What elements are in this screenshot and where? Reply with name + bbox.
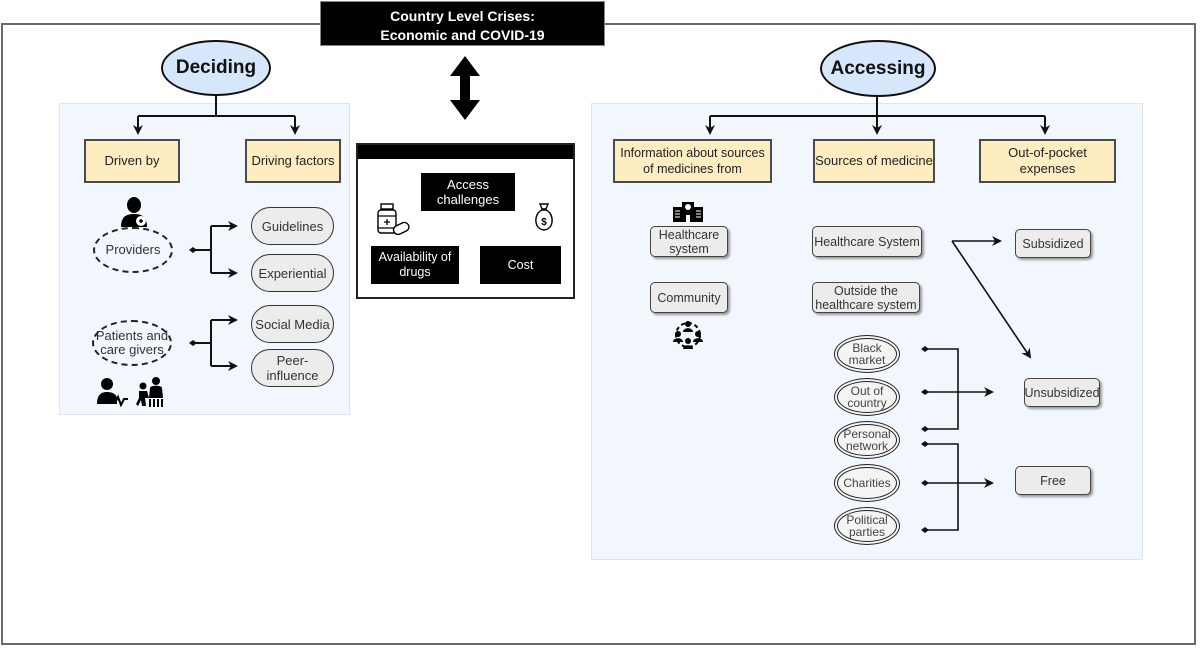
community-icon [673,321,703,349]
channel-out-of-country: Out of country [834,378,900,416]
factor-label: Guidelines [261,218,324,234]
factor-label: Social Media [255,316,330,332]
factor-social-media: Social Media [251,305,334,343]
access-challenges-header-bar [358,145,573,159]
providers-node: Providers [93,227,173,273]
channel-label: Black market [848,341,886,367]
availability-of-drugs-node: Availability of drugs [371,246,459,284]
cost-label: Cost [507,257,534,272]
caregiver-icon [136,377,163,407]
accessing-node: Accessing [820,40,936,97]
accessing-title: Accessing [830,57,926,79]
factor-label: Peer-influence [266,353,319,383]
driving-factors-box: Driving factors [245,139,341,183]
medicine-source-healthcare-system: Healthcare System [812,226,922,257]
info-source-community: Community [650,282,728,313]
medicine-bottle-icon [377,203,410,235]
crisis-title-line1: Country Level Crises: [390,8,535,24]
channel-personal-network: Personal network [834,421,900,459]
channel-charities: Charities [834,464,900,502]
factor-guidelines: Guidelines [251,207,334,245]
factor-label: Experiential [258,265,327,281]
patient-icon [97,378,128,407]
channel-black-market: Black market [834,335,900,373]
out-of-pocket-label: Out-of-pocket expenses [1008,145,1087,176]
medicine-source-outside: Outside the healthcare system [812,282,920,313]
factor-experiential: Experiential [251,254,334,292]
channel-political-parties: Political parties [834,507,900,545]
access-challenges-node: Access challenges [421,173,515,211]
channel-label: Personal network [843,427,891,453]
medicine-source-label: Outside the healthcare system [815,283,917,312]
driven-by-label: Driven by [104,153,160,168]
info-source-label: Community [657,290,721,305]
info-source-healthcare-system: Healthcare system [650,226,728,257]
patients-caregivers-node: Patients and care givers [92,320,172,366]
patients-label: Patients and care givers [95,328,169,357]
doctor-icon [121,197,147,227]
crisis-banner: Country Level Crises: Economic and COVID… [320,1,605,46]
out-of-pocket-box: Out-of-pocket expenses [979,139,1116,183]
sources-of-medicine-box: Sources of medicine [813,139,935,183]
availability-label: Availability of drugs [378,250,452,279]
deciding-title: Deciding [175,57,257,78]
svg-text:$: $ [541,217,547,228]
factor-peer-influence: Peer-influence [251,349,334,387]
medicine-source-label: Healthcare System [814,234,920,249]
information-sources-label: Information about sources of medicines f… [620,146,765,176]
driving-factors-label: Driving factors [251,153,335,168]
expense-label: Subsidized [1022,236,1084,251]
driven-by-box: Driven by [84,139,180,183]
channel-label: Political parties [846,513,888,539]
expense-label: Unsubsidized [1024,385,1100,400]
info-source-label: Healthcare system [658,227,720,256]
sources-of-medicine-label: Sources of medicine [815,153,933,168]
money-bag-icon: $ [535,203,553,231]
expense-unsubsidized: Unsubsidized [1024,378,1100,407]
expense-subsidized: Subsidized [1015,229,1091,258]
deciding-node: Deciding [161,40,271,96]
cost-node: Cost [480,246,561,284]
access-challenges-label: Access challenges [436,177,500,207]
expense-free: Free [1015,466,1091,495]
providers-label: Providers [105,242,161,257]
crisis-title-line2: Economic and COVID-19 [380,27,545,43]
channel-label: Charities [843,476,891,490]
channel-label: Out of country [847,384,887,410]
hospital-icon [673,202,703,222]
information-sources-box: Information about sources of medicines f… [613,139,772,183]
expense-label: Free [1040,473,1066,488]
